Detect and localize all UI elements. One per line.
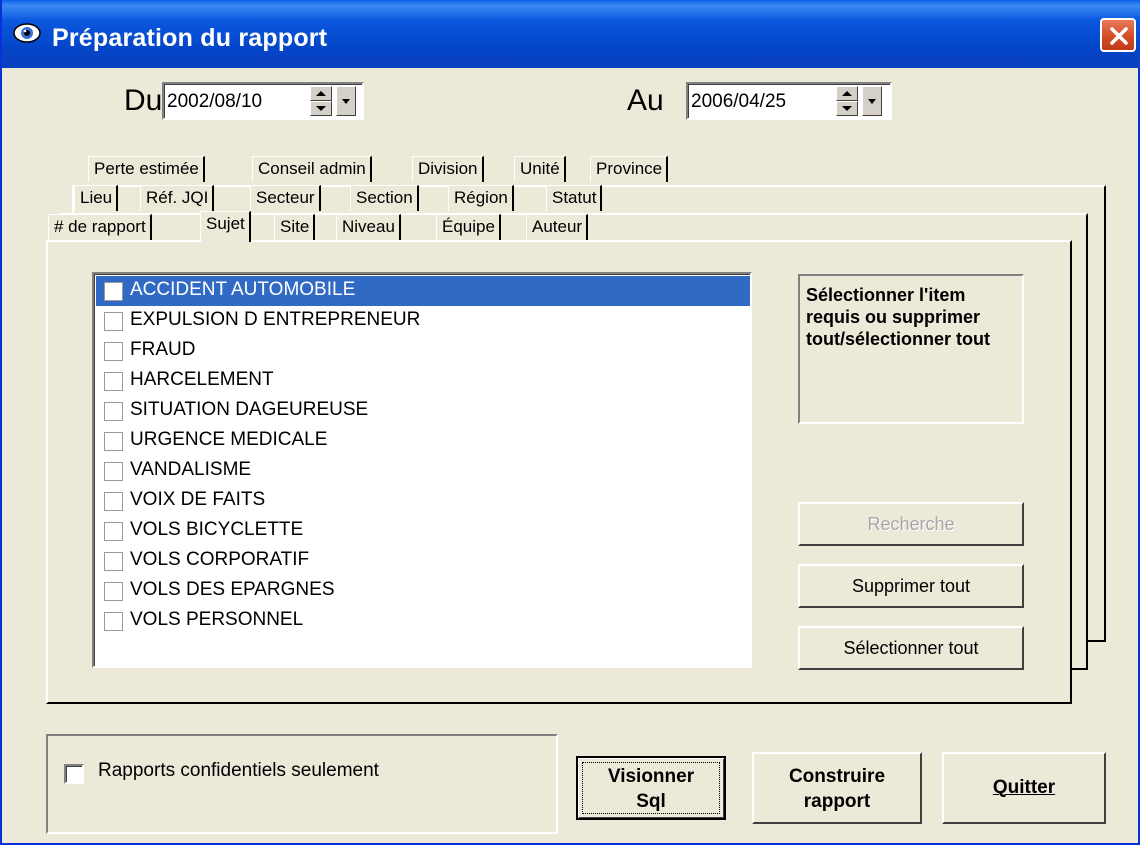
list-item[interactable]: SITUATION DAGEUREUSE — [96, 396, 750, 426]
tab-statut[interactable]: Statut — [546, 185, 603, 211]
item-checkbox[interactable] — [104, 312, 123, 331]
tab-ref-jqi[interactable]: Réf. JQI — [140, 185, 215, 211]
title-bar[interactable]: Préparation du rapport — [2, 0, 1140, 68]
build-report-label-line2: rapport — [803, 791, 871, 812]
from-date-spinner[interactable] — [310, 86, 332, 116]
tab-division[interactable]: Division — [412, 156, 484, 182]
spin-up-button[interactable] — [836, 86, 858, 101]
tab-region[interactable]: Région — [448, 185, 514, 211]
from-date-value: 2002/08/10 — [167, 91, 263, 112]
list-item[interactable]: HARCELEMENT — [96, 366, 750, 396]
window-title: Préparation du rapport — [52, 24, 328, 52]
item-label: VOLS CORPORATIF — [130, 549, 310, 570]
quit-button[interactable]: Quitter — [942, 752, 1106, 824]
list-item[interactable]: VOLS DES EPARGNES — [96, 576, 750, 606]
tab-section[interactable]: Section — [350, 185, 419, 211]
item-checkbox[interactable] — [104, 612, 123, 631]
instructions-box: Sélectionner l'item requis ou supprimer … — [798, 274, 1024, 424]
tab-sujet[interactable]: Sujet — [200, 211, 251, 242]
item-checkbox[interactable] — [104, 582, 123, 601]
to-date-dropdown-button[interactable] — [862, 86, 882, 116]
item-label: URGENCE MEDICALE — [130, 429, 328, 450]
list-item[interactable]: EXPULSION D ENTREPRENEUR — [96, 306, 750, 336]
select-all-button-label: Sélectionner tout — [843, 638, 979, 658]
list-item[interactable]: VOIX DE FAITS — [96, 486, 750, 516]
item-checkbox[interactable] — [104, 402, 123, 421]
view-sql-button[interactable]: Visionner Sql — [576, 756, 726, 820]
to-date-spinner[interactable] — [836, 86, 858, 116]
from-date-picker[interactable]: 2002/08/10 — [162, 82, 364, 120]
item-label: VOLS DES EPARGNES — [130, 579, 335, 600]
options-group: Rapports confidentiels seulement — [46, 734, 558, 834]
tab-site[interactable]: Site — [274, 214, 316, 240]
select-all-button[interactable]: Sélectionner tout — [798, 626, 1024, 670]
item-label: VOLS BICYCLETTE — [130, 519, 304, 540]
list-item[interactable]: URGENCE MEDICALE — [96, 426, 750, 456]
item-label: VANDALISME — [130, 459, 252, 480]
build-report-label-line1: Construire — [788, 766, 886, 787]
tab-equipe[interactable]: Équipe — [436, 214, 501, 240]
clear-all-button-label: Supprimer tout — [851, 576, 971, 596]
quit-button-label: Quitter — [992, 777, 1056, 798]
item-checkbox[interactable] — [104, 462, 123, 481]
tab-province[interactable]: Province — [590, 156, 669, 182]
to-date-picker[interactable]: 2006/04/25 — [686, 82, 892, 120]
item-label: ACCIDENT AUTOMOBILE — [130, 279, 356, 301]
item-checkbox[interactable] — [104, 432, 123, 451]
subject-checklist[interactable]: ACCIDENT AUTOMOBILE EXPULSION D ENTREPRE… — [92, 272, 752, 668]
from-date-dropdown-button[interactable] — [336, 86, 356, 116]
item-label: HARCELEMENT — [130, 369, 274, 390]
tab-secteur[interactable]: Secteur — [250, 185, 321, 211]
item-checkbox[interactable] — [104, 372, 123, 391]
item-label: SITUATION DAGEUREUSE — [130, 399, 369, 420]
from-date-label: Du — [124, 84, 163, 117]
tab-auteur[interactable]: Auteur — [526, 214, 589, 240]
to-date-value: 2006/04/25 — [691, 91, 787, 112]
tab-conseil-admin[interactable]: Conseil admin — [252, 156, 372, 182]
arrow-up-icon — [842, 91, 852, 96]
close-icon — [1110, 27, 1128, 45]
chevron-down-icon — [342, 99, 350, 104]
list-item[interactable]: FRAUD — [96, 336, 750, 366]
close-button[interactable] — [1100, 18, 1136, 52]
item-label: EXPULSION D ENTREPRENEUR — [130, 309, 421, 330]
item-checkbox[interactable] — [104, 552, 123, 571]
list-item[interactable]: VANDALISME — [96, 456, 750, 486]
list-item[interactable]: VOLS BICYCLETTE — [96, 516, 750, 546]
item-checkbox[interactable] — [104, 522, 123, 541]
instructions-text: Sélectionner l'item requis ou supprimer … — [806, 285, 990, 349]
item-checkbox[interactable] — [104, 282, 123, 301]
chevron-down-icon — [868, 99, 876, 104]
report-window: Préparation du rapport Du 2002/08/10 Au … — [0, 0, 1140, 845]
search-button-label: Recherche — [867, 514, 955, 534]
tab-unite[interactable]: Unité — [514, 156, 566, 182]
item-label: FRAUD — [130, 339, 196, 360]
focus-indicator — [582, 762, 720, 814]
arrow-down-icon — [842, 106, 852, 111]
tab-perte-estimee[interactable]: Perte estimée — [88, 156, 205, 182]
search-button[interactable]: Recherche — [798, 502, 1024, 546]
arrow-up-icon — [316, 91, 326, 96]
confidential-checkbox[interactable] — [64, 764, 84, 784]
list-item[interactable]: ACCIDENT AUTOMOBILE — [96, 276, 750, 306]
item-label: VOLS PERSONNEL — [130, 609, 304, 630]
tab-niveau[interactable]: Niveau — [336, 214, 401, 240]
spin-down-button[interactable] — [836, 101, 858, 116]
build-report-button[interactable]: Construire rapport — [752, 752, 922, 824]
list-item[interactable]: VOLS CORPORATIF — [96, 546, 750, 576]
spin-down-button[interactable] — [310, 101, 332, 116]
to-date-label: Au — [627, 84, 664, 117]
item-label: VOIX DE FAITS — [130, 489, 266, 510]
item-checkbox[interactable] — [104, 492, 123, 511]
item-checkbox[interactable] — [104, 342, 123, 361]
confidential-label: Rapports confidentiels seulement — [98, 760, 379, 781]
tab-lieu[interactable]: Lieu — [74, 185, 119, 211]
arrow-down-icon — [316, 106, 326, 111]
eye-icon — [13, 23, 41, 43]
list-item[interactable]: VOLS PERSONNEL — [96, 606, 750, 636]
spin-up-button[interactable] — [310, 86, 332, 101]
clear-all-button[interactable]: Supprimer tout — [798, 564, 1024, 608]
tab-numero-rapport[interactable]: # de rapport — [48, 214, 152, 240]
